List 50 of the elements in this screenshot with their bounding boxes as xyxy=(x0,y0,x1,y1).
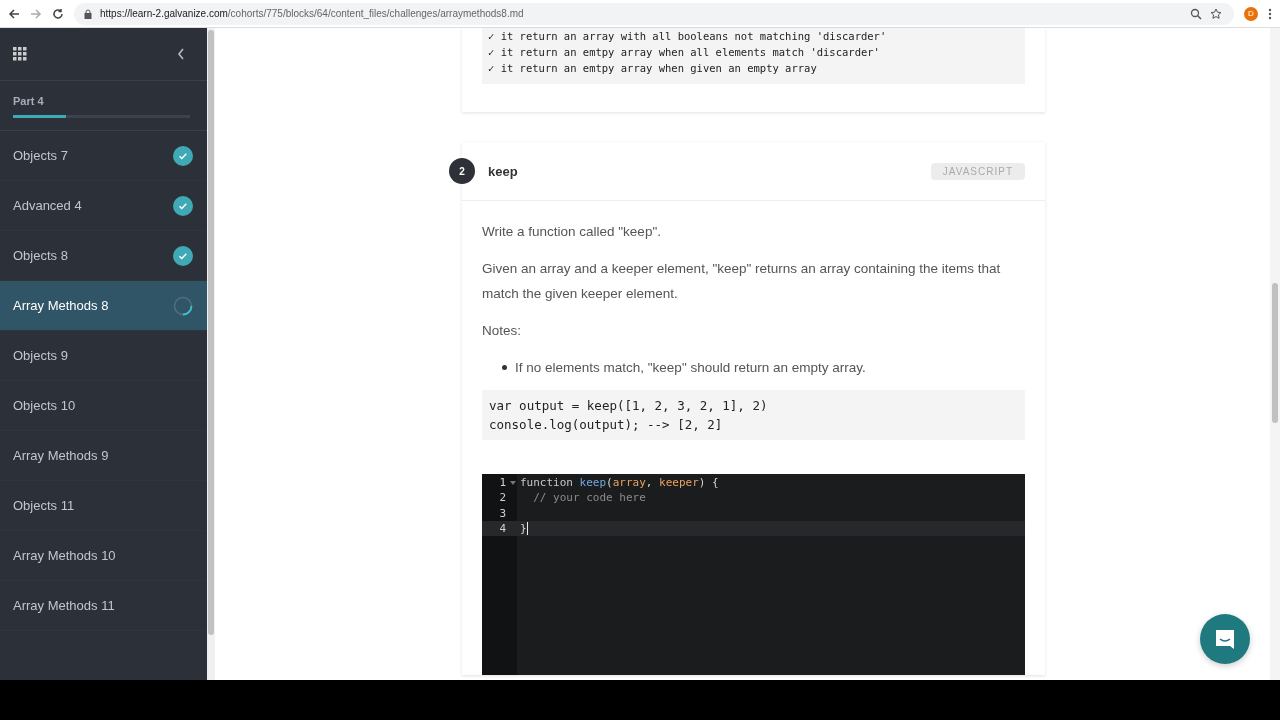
step-number: 2 xyxy=(449,158,475,184)
code-line: } xyxy=(520,520,527,537)
scrollbar[interactable] xyxy=(1270,28,1280,680)
section-title: Part 4 xyxy=(13,95,45,107)
description-text: Write a function called "keep". xyxy=(482,223,662,241)
sidebar-item[interactable]: Advanced 4 xyxy=(0,181,207,231)
line-number: 4 xyxy=(498,520,506,537)
item-label: Advanced 4 xyxy=(13,198,82,213)
item-label: Array Methods 9 xyxy=(13,448,109,463)
code-line: console.log(output); --> [2, 2] xyxy=(489,416,724,434)
code-line: // your code here xyxy=(532,490,646,506)
item-label: Objects 11 xyxy=(13,498,75,513)
sidebar-item[interactable]: Objects 7 xyxy=(0,131,207,181)
language-tag: JAVASCRIPT xyxy=(930,162,1025,180)
apps-grid-icon[interactable] xyxy=(13,47,27,61)
url-text: https://learn-2.galvanize.com/cohorts/775/blocks/64/content_files/challenges/arraymethods8.md xyxy=(100,8,524,19)
item-label: Array Methods 10 xyxy=(13,548,116,563)
test-result-line: ✓ it return an array with all booleans not matching 'discarder' xyxy=(488,29,888,44)
sidebar-item[interactable]: Array Methods 8 xyxy=(0,281,207,331)
fold-icon[interactable] xyxy=(510,480,516,485)
item-label: Objects 8 xyxy=(13,248,68,263)
test-result-line: ✓ it return an emtpy array when all elements match 'discarder' xyxy=(488,45,881,60)
scrollbar[interactable] xyxy=(207,28,215,680)
lock-icon xyxy=(84,8,92,19)
item-label: Array Methods 11 xyxy=(13,598,115,613)
item-label: Array Methods 8 xyxy=(13,298,109,313)
description-text: Notes: xyxy=(482,322,523,340)
back-icon[interactable] xyxy=(8,7,20,20)
line-number: 2 xyxy=(498,490,506,506)
line-number: 3 xyxy=(498,505,506,521)
bullet-icon xyxy=(502,365,507,370)
reload-icon[interactable] xyxy=(52,7,64,20)
chat-bubble-icon xyxy=(1213,627,1237,651)
item-label: Objects 9 xyxy=(13,348,68,363)
menu-icon[interactable] xyxy=(1268,7,1272,20)
challenge-title: keep xyxy=(488,163,518,179)
item-label: Objects 7 xyxy=(13,148,68,163)
zoom-icon[interactable] xyxy=(1190,7,1202,20)
item-label: Objects 10 xyxy=(13,398,76,413)
text-cursor xyxy=(526,522,528,536)
test-result-line: ✓ it return an emtpy array when given an empty array xyxy=(488,61,818,76)
line-number: 1 xyxy=(498,475,506,491)
description-text: Given an array and a keeper element, "keep" returns an array containing the items that match the given keeper element. xyxy=(482,260,1002,303)
address-bar[interactable]: https://learn-2.galvanize.com/cohorts/775/blocks/64/content_files/challenges/arraymethods8.md xyxy=(74,2,1234,25)
collapse-icon[interactable] xyxy=(177,48,185,60)
bullet-text: If no elements match, "keep" should return an empty array. xyxy=(515,359,866,377)
code-editor[interactable]: 1 function keep(array, keeper) { 2 // your code here 3 4 } xyxy=(482,474,1025,675)
star-icon[interactable] xyxy=(1210,7,1222,20)
code-line: function keep(array, keeper) { xyxy=(520,475,719,491)
code-line: var output = keep([1, 2, 3, 2, 1], 2) xyxy=(489,397,769,415)
